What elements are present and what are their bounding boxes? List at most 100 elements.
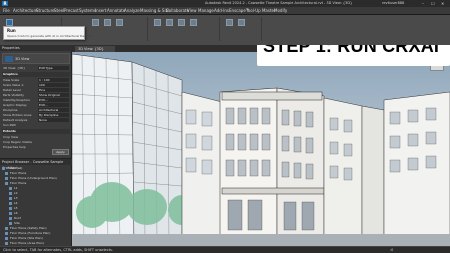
tool-icon[interactable] [178, 19, 185, 26]
property-value[interactable]: Show Original [38, 93, 69, 97]
property-name: Crop Region Visible [3, 140, 32, 144]
apply-button[interactable]: Apply [52, 149, 69, 155]
properties-help-link[interactable]: Properties help [2, 145, 50, 150]
minimize-button[interactable]: – [422, 1, 424, 6]
tab-structure[interactable]: Structure [36, 8, 55, 13]
properties-header: Properties [0, 45, 72, 51]
tab-add-ins[interactable]: Add-Ins [214, 8, 229, 13]
property-name: View Scale [3, 78, 20, 82]
tab-view[interactable]: View [187, 8, 197, 13]
type-selector[interactable]: 3D View [2, 53, 70, 64]
ribbon-tabs: File Architecture Structure Steel Precas… [0, 7, 450, 15]
historic-facade [219, 87, 325, 246]
property-name: Detail Level [3, 88, 21, 92]
tooltip-title: Run [7, 28, 16, 33]
folder-icon [5, 236, 8, 240]
tab-steel[interactable]: Steel [54, 8, 64, 13]
property-name: Sun Path [3, 123, 17, 127]
tab-collaborate[interactable]: Collaborate [166, 8, 189, 13]
tool-icon[interactable] [104, 19, 111, 26]
help-link-text[interactable]: Properties help [3, 145, 26, 149]
status-zoom: :0 [390, 248, 394, 252]
view-icon [9, 211, 12, 215]
tool-icon[interactable] [166, 19, 173, 26]
3d-viewport[interactable]: 3D View: {3D} STEP 1: RUN CRXAI [72, 45, 450, 246]
tab-file[interactable]: File [3, 8, 10, 13]
tool-icon[interactable] [226, 19, 233, 26]
properties-panel: Properties 3D View 3D View: {3D} Edit Typ… [0, 45, 72, 158]
ground-plane [72, 234, 450, 246]
ribbon-group [222, 17, 262, 41]
maximize-button[interactable]: ☐ [431, 1, 435, 6]
browser-item-label: L5 [14, 206, 18, 210]
folder-icon [5, 231, 8, 235]
tab-annotate[interactable]: Annotate [107, 8, 125, 13]
user-account[interactable]: revituser888 [382, 1, 404, 5]
browser-item-label: Floor Plans (Safety Plan) [10, 226, 47, 230]
tool-icon[interactable] [190, 19, 197, 26]
tab-analyze[interactable]: Analyze [124, 8, 140, 13]
run-tooltip: Run Opens CrxAI to generate with AI in A… [3, 26, 94, 40]
tab-tool-up-master[interactable]: Tool-Up Master [246, 8, 276, 13]
tool-icon[interactable] [238, 19, 245, 26]
ribbon-group [150, 17, 220, 41]
edit-type-button[interactable]: Edit Type [38, 66, 69, 70]
tab-insert[interactable]: Insert [95, 8, 106, 13]
tooltip-text: Opens CrxAI to generate with AI in Archi… [7, 34, 94, 38]
revit-logo-icon[interactable]: R [2, 1, 8, 6]
browser-item-label: L1 [14, 186, 18, 190]
close-button[interactable]: ✕ [441, 1, 444, 6]
property-name: Parts Visibility [3, 93, 25, 97]
building-model-render [72, 52, 450, 246]
property-value[interactable]: Edit... [38, 103, 69, 107]
project-browser: Project Browser - Cowsette Sample Archit… [0, 158, 72, 246]
property-value[interactable]: By Discipline [38, 113, 69, 117]
property-name: Scale Value 1: [3, 83, 25, 87]
property-name: Visibility/Graphics [3, 98, 30, 102]
tab-architecture[interactable]: Architecture [13, 8, 38, 13]
view-icon [9, 221, 12, 225]
property-value[interactable]: Edit... [38, 98, 69, 102]
view-icon [9, 191, 12, 195]
browser-item-label: L3 [14, 196, 18, 200]
tab-precast[interactable]: Precast [64, 8, 79, 13]
section-graphics[interactable]: Graphics [2, 72, 70, 77]
middle-building [181, 91, 223, 246]
view-icon [9, 196, 12, 200]
browser-item-label: Floor Plans [10, 181, 27, 185]
property-value[interactable]: 1 : 100 [38, 78, 69, 82]
tool-icon[interactable] [116, 19, 123, 26]
revit-window: R Autodesk Revit 2024.2 - Cowsette Theat… [0, 0, 450, 253]
property-value[interactable]: None [38, 118, 69, 122]
view-icon [9, 206, 12, 210]
browser-item-label: Floor Plans (Furniture Plan) [10, 231, 51, 235]
section-extents[interactable]: Extents [2, 129, 70, 134]
browser-item-label: Floor Plans (Underground Plan) [10, 176, 57, 180]
folder-icon [5, 241, 8, 245]
ribbon-group [88, 17, 148, 41]
property-value[interactable]: 100 [38, 83, 69, 87]
browser-item-label: Floor Plans (Area Plan) [10, 241, 44, 245]
tool-icon[interactable] [92, 19, 99, 26]
browser-item-label: Views (all) [7, 166, 23, 170]
browser-item-label: L2 [14, 191, 18, 195]
browser-item-label: Roof [14, 216, 21, 220]
tab-manage[interactable]: Manage [198, 8, 214, 13]
folder-icon [5, 171, 8, 175]
view-icon [9, 186, 12, 190]
tab-modify[interactable]: Modify [274, 8, 287, 13]
property-value[interactable]: Fine [38, 88, 69, 92]
tab-systems[interactable]: Systems [79, 8, 96, 13]
status-text: Click to select, TAB for alternates, CTR… [3, 248, 113, 252]
3d-view-icon [5, 56, 13, 62]
browser-item-label: Site [14, 221, 20, 225]
property-row[interactable]: Sun Path [2, 123, 70, 128]
property-value[interactable]: Architectural [38, 108, 69, 112]
folder-icon [5, 176, 8, 180]
tool-icon[interactable] [154, 19, 161, 26]
property-row[interactable]: 3D View: {3D} Edit Type [2, 66, 70, 71]
property-name: Show Hidden Lines [3, 113, 32, 117]
crxai-run-icon[interactable] [6, 19, 13, 26]
property-name: 3D View: {3D} [3, 66, 26, 70]
folder-icon [2, 166, 5, 170]
